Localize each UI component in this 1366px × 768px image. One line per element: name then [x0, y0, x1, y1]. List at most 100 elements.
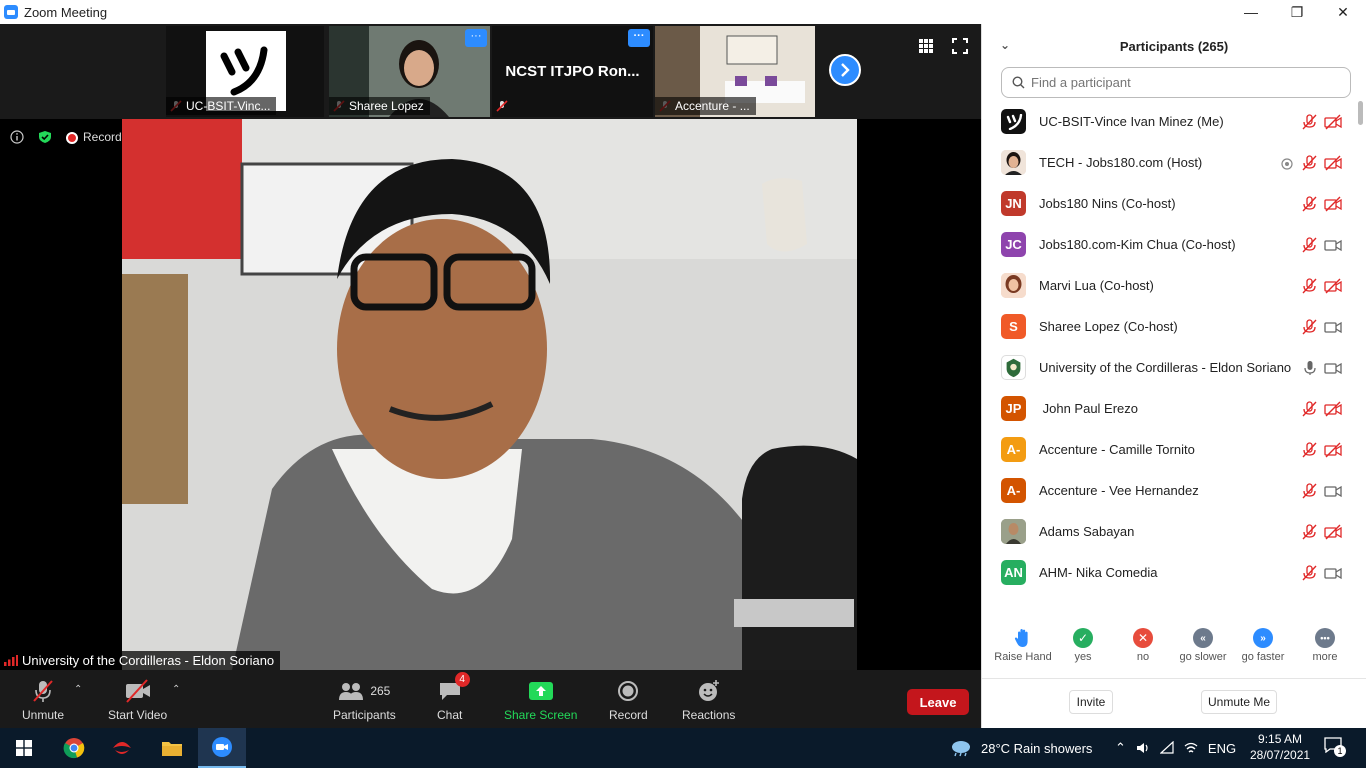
participant-name: Jobs180.com-Kim Chua (Co-host) — [1039, 237, 1236, 252]
thumbnail-vince[interactable]: UC-BSIT-Vinc... — [166, 26, 324, 117]
unmute-button[interactable]: Unmute — [22, 678, 64, 722]
video-on-icon[interactable] — [1324, 237, 1342, 253]
video-on-icon[interactable] — [1324, 360, 1342, 376]
rewind-icon: « — [1193, 628, 1213, 648]
participant-avatar: A- — [1001, 478, 1026, 503]
participant-row[interactable]: JP John Paul Erezo — [982, 388, 1354, 429]
info-icon[interactable] — [10, 130, 24, 144]
chat-label: Chat — [437, 708, 463, 722]
mic-muted-icon[interactable] — [1300, 195, 1318, 212]
video-off-icon[interactable] — [1324, 401, 1342, 417]
go-faster-button[interactable]: » go faster — [1233, 628, 1293, 663]
taskbar-zoom[interactable] — [198, 728, 246, 768]
video-on-icon[interactable] — [1324, 319, 1342, 335]
mic-muted-icon[interactable] — [1300, 113, 1318, 130]
taskbar-clock[interactable]: 9:15 AM 28/07/2021 — [1250, 731, 1310, 763]
go-slower-button[interactable]: « go slower — [1173, 628, 1233, 663]
video-off-icon[interactable] — [1324, 155, 1342, 171]
participant-search-input[interactable] — [1031, 75, 1331, 90]
participant-avatar — [1001, 355, 1026, 380]
invite-button[interactable]: Invite — [1069, 690, 1113, 714]
video-off-icon[interactable] — [1324, 196, 1342, 212]
taskbar-file-explorer[interactable] — [148, 728, 196, 768]
more-options-button[interactable]: ··· — [628, 29, 650, 47]
share-screen-button[interactable]: Share Screen — [504, 678, 577, 722]
video-off-icon[interactable] — [1324, 114, 1342, 130]
participant-row[interactable]: AN AHM- Nika Comedia — [982, 552, 1354, 593]
video-off-icon[interactable] — [1324, 278, 1342, 294]
record-button[interactable]: Record — [609, 678, 648, 722]
video-off-icon[interactable] — [1324, 442, 1342, 458]
mic-muted-icon[interactable] — [1300, 236, 1318, 253]
audio-options-caret-icon[interactable]: ⌃ — [74, 684, 82, 695]
taskbar-garena[interactable] — [98, 728, 146, 768]
participant-row[interactable]: JN Jobs180 Nins (Co-host) — [982, 183, 1354, 224]
fullscreen-icon[interactable] — [952, 38, 968, 54]
mic-muted-icon[interactable] — [1300, 400, 1318, 417]
mic-muted-icon[interactable] — [1300, 441, 1318, 458]
taskbar-chrome[interactable] — [50, 728, 98, 768]
meeting-toolbar: Unmute ⌃ Start Video ⌃ 265 Participants … — [0, 670, 981, 728]
chat-button[interactable]: 4 Chat — [437, 672, 470, 722]
mic-muted-icon[interactable] — [1300, 564, 1318, 581]
no-button[interactable]: ✕ no — [1113, 628, 1173, 663]
participant-avatar — [1001, 109, 1026, 134]
unmute-me-button[interactable]: Unmute Me — [1201, 690, 1277, 714]
leave-button[interactable]: Leave — [907, 689, 969, 715]
raise-hand-button[interactable]: Raise Hand — [993, 628, 1053, 663]
participant-row[interactable]: Marvi Lua (Co-host) — [982, 265, 1354, 306]
mic-muted-icon[interactable] — [1300, 277, 1318, 294]
minimize-button[interactable]: — — [1228, 0, 1274, 24]
more-options-button[interactable]: ··· — [465, 29, 487, 47]
wifi-icon[interactable] — [1184, 741, 1198, 755]
speaker-volume-icon[interactable] — [1136, 741, 1150, 755]
more-label: more — [1312, 651, 1338, 663]
gallery-view-icon[interactable] — [918, 38, 934, 54]
mic-muted-icon[interactable] — [1300, 523, 1318, 540]
mic-muted-icon[interactable] — [1300, 154, 1318, 171]
participant-name: University of the Cordilleras - Eldon So… — [1039, 360, 1292, 375]
restore-button[interactable]: ❐ — [1274, 0, 1320, 24]
thumbnail-ncst[interactable]: NCST ITJPO Ron... ··· — [492, 26, 653, 117]
yes-button[interactable]: ✓ yes — [1053, 628, 1113, 663]
next-page-button[interactable] — [829, 54, 861, 86]
collapse-panel-icon[interactable]: ⌄ — [1000, 38, 1010, 52]
video-options-caret-icon[interactable]: ⌃ — [172, 684, 180, 695]
active-speaker-label: University of the Cordilleras - Eldon So… — [0, 651, 281, 670]
close-button[interactable]: ✕ — [1320, 0, 1366, 24]
participants-button[interactable]: 265 Participants — [333, 678, 396, 722]
start-video-button[interactable]: Start Video — [108, 678, 167, 722]
encryption-shield-icon[interactable] — [38, 130, 52, 144]
video-on-icon[interactable] — [1324, 565, 1342, 581]
participant-row[interactable]: UC-BSIT-Vince Ivan Minez (Me) — [982, 101, 1354, 142]
participant-row[interactable]: Adams Sabayan — [982, 511, 1354, 552]
reactions-button[interactable]: Reactions — [682, 678, 735, 722]
mic-on-icon[interactable] — [1303, 360, 1317, 376]
participant-row[interactable]: A- Accenture - Vee Hernandez — [982, 470, 1354, 511]
thumbnail-sharee[interactable]: ··· Sharee Lopez — [329, 26, 490, 117]
no-label: no — [1136, 651, 1150, 663]
participant-row[interactable]: JC Jobs180.com-Kim Chua (Co-host) — [982, 224, 1354, 265]
video-off-icon[interactable] — [1324, 524, 1342, 540]
mic-muted-icon[interactable] — [1300, 318, 1318, 335]
participant-row[interactable]: S Sharee Lopez (Co-host) — [982, 306, 1354, 347]
participant-list: UC-BSIT-Vince Ivan Minez (Me) TECH - Job… — [982, 101, 1354, 593]
participant-row[interactable]: University of the Cordilleras - Eldon So… — [982, 347, 1354, 388]
tray-overflow-chevron-icon[interactable]: ⌃ — [1115, 740, 1126, 756]
signal-strength-icon — [4, 655, 18, 666]
more-reactions-button[interactable]: ••• more — [1295, 628, 1355, 663]
input-language[interactable]: ENG — [1208, 741, 1236, 756]
participant-list-scrollbar[interactable] — [1358, 101, 1363, 125]
thumbnail-accenture[interactable]: Accenture - ... — [655, 26, 815, 117]
weather-widget[interactable]: 28°C Rain showers — [950, 728, 1092, 768]
participant-row[interactable]: A- Accenture - Camille Tornito — [982, 429, 1354, 470]
notification-center-button[interactable]: 1 — [1324, 737, 1346, 757]
reactions-label: Reactions — [682, 708, 736, 722]
video-on-icon[interactable] — [1324, 483, 1342, 499]
mic-muted-icon[interactable] — [1300, 482, 1318, 499]
network-icon[interactable] — [1159, 741, 1174, 755]
start-button[interactable] — [0, 728, 48, 768]
participant-search-box[interactable] — [1001, 67, 1351, 98]
participant-row[interactable]: TECH - Jobs180.com (Host) — [982, 142, 1354, 183]
weather-text: 28°C Rain showers — [981, 740, 1093, 756]
